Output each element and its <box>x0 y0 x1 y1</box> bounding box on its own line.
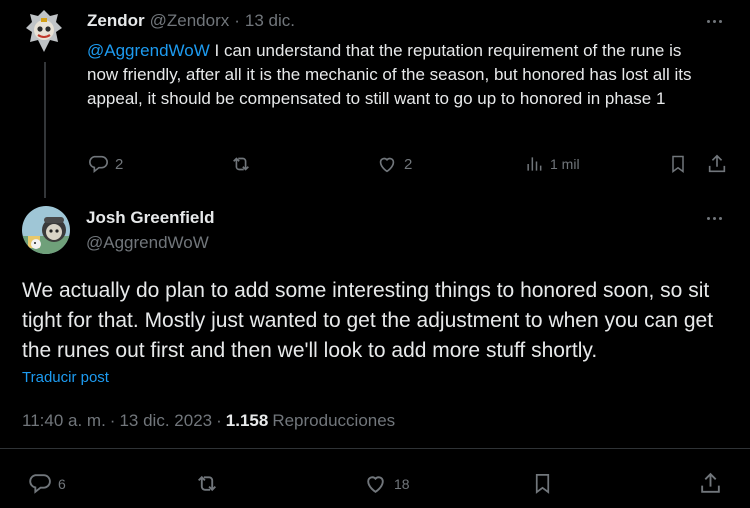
heart-icon <box>379 157 395 173</box>
reply-more-options-icon[interactable] <box>707 20 722 23</box>
meta-separator: · <box>109 411 116 430</box>
main-reply-count: 6 <box>58 475 66 492</box>
reply-text: @AggrendWoW I can understand that the re… <box>87 39 717 111</box>
josh-avatar[interactable] <box>22 206 70 254</box>
reply-icon <box>89 155 108 174</box>
reply-header-separator: · <box>234 11 240 30</box>
reply-icon <box>29 474 51 494</box>
reply-author-handle[interactable]: @Zendorx <box>150 11 230 31</box>
post-time[interactable]: 11:40 a. m. <box>22 411 106 431</box>
bookmark-icon <box>672 155 684 173</box>
main-share-button[interactable] <box>698 471 723 496</box>
repost-icon <box>233 157 249 171</box>
heart-icon <box>367 476 384 493</box>
main-author-name[interactable]: Josh Greenfield <box>86 208 214 228</box>
meta-separator: · <box>216 411 222 430</box>
reply-mention-link[interactable]: @AggrendWoW <box>87 41 210 60</box>
reply-reply-count: 2 <box>115 155 124 173</box>
main-repost-button[interactable] <box>194 471 226 496</box>
reply-author-name[interactable]: Zendor <box>87 11 145 31</box>
main-author-handle[interactable]: @AggrendWoW <box>86 233 209 253</box>
views-label: Reproducciones <box>272 411 396 430</box>
thread-connector-line <box>44 62 46 198</box>
reply-reply-button[interactable]: 2 <box>87 153 123 175</box>
main-more-options-icon[interactable] <box>707 217 722 220</box>
reply-share-button[interactable] <box>706 153 728 175</box>
share-icon <box>701 472 720 493</box>
reply-views-button[interactable]: 1 mil <box>524 154 580 174</box>
reply-date[interactable]: 13 dic. <box>245 11 295 31</box>
reply-repost-button[interactable] <box>230 153 258 175</box>
main-meta: 11:40 a. m. · 13 dic. 2023 · 1.158 Repro… <box>22 411 395 431</box>
views-icon <box>527 157 542 171</box>
bookmark-icon <box>535 474 550 494</box>
translate-post-link[interactable]: Traducir post <box>22 369 109 386</box>
main-bookmark-button[interactable] <box>531 471 554 496</box>
post-date[interactable]: 13 dic. 2023 <box>119 411 212 431</box>
reply-views-count: 1 mil <box>550 156 580 172</box>
meta-divider <box>0 448 750 449</box>
repost-icon <box>198 475 216 492</box>
reply-like-button[interactable]: 2 <box>376 153 412 175</box>
reply-like-count: 2 <box>404 155 413 173</box>
reply-bookmark-button[interactable] <box>668 153 688 175</box>
main-like-count: 18 <box>394 475 410 492</box>
share-icon <box>708 154 726 173</box>
reply-header: Zendor @Zendorx · 13 dic. <box>87 11 295 31</box>
main-text: We actually do plan to add some interest… <box>22 279 714 362</box>
views-count: 1.158 <box>225 411 269 430</box>
main-like-button[interactable]: 18 <box>363 471 410 496</box>
main-reply-button[interactable]: 6 <box>27 471 66 496</box>
zendor-avatar[interactable] <box>22 8 66 56</box>
